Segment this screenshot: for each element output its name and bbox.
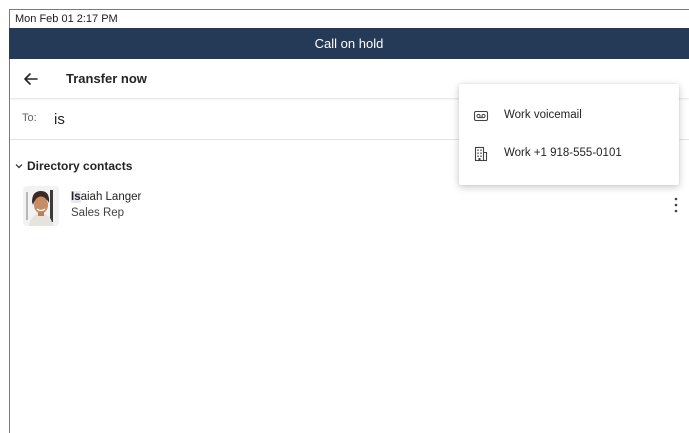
menu-item-label: Work +1 918-555-0101: [504, 147, 622, 159]
call-status-title: Call on hold: [314, 36, 384, 51]
menu-item-work-voicemail[interactable]: Work voicemail: [459, 99, 679, 133]
app-window: Mon Feb 01 2:17 PM Call on hold Transfer…: [0, 0, 689, 433]
more-vertical-icon: [674, 197, 678, 213]
list-item[interactable]: Isaiah Langer Sales Rep: [20, 183, 689, 229]
back-button[interactable]: [20, 68, 42, 90]
transfer-options-menu: Work voicemail Work +1 918-555-0101: [459, 84, 679, 185]
avatar: [23, 186, 59, 226]
status-datetime: Mon Feb 01 2:17 PM: [15, 13, 118, 25]
menu-item-work-phone[interactable]: Work +1 918-555-0101: [459, 137, 679, 171]
to-label: To:: [22, 112, 37, 124]
page-title: Transfer now: [66, 71, 147, 86]
chevron-down-icon: [15, 164, 23, 169]
name-match-highlight: Is: [71, 191, 81, 203]
section-title: Directory contacts: [27, 159, 133, 173]
name-rest: aiah Langer: [80, 191, 142, 203]
contact-name: Isaiah Langer: [71, 191, 141, 203]
directory-contacts-toggle[interactable]: Directory contacts: [14, 157, 132, 175]
menu-item-label: Work voicemail: [504, 109, 582, 121]
arrow-left-icon: [24, 73, 38, 85]
status-bar: Mon Feb 01 2:17 PM: [9, 9, 689, 28]
search-input[interactable]: [54, 108, 434, 130]
contact-role: Sales Rep: [71, 207, 125, 219]
more-options-button[interactable]: [670, 195, 682, 215]
building-icon: [474, 146, 488, 162]
call-status-bar: Call on hold: [9, 28, 689, 59]
voicemail-icon: [473, 110, 489, 122]
